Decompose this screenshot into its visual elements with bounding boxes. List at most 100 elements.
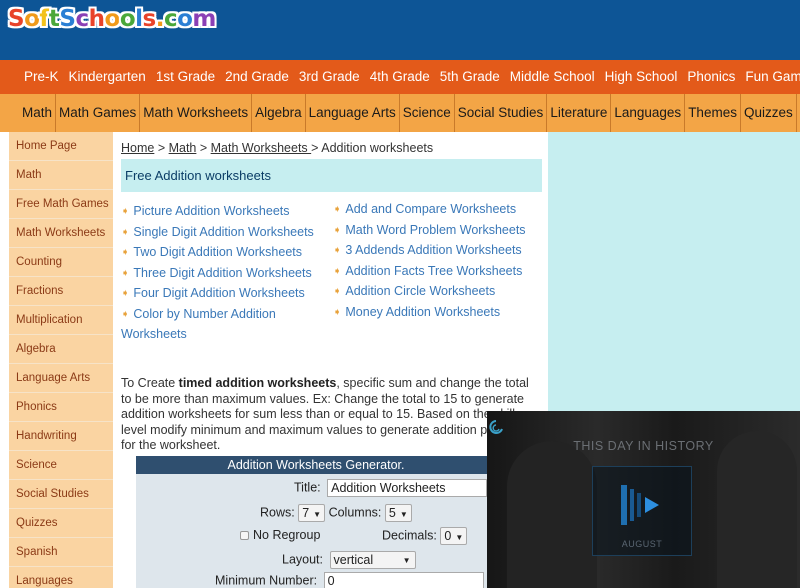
rows-label: Rows: — [260, 505, 295, 520]
sidebar-item-math[interactable]: Math — [9, 161, 113, 190]
worksheet-link[interactable]: Picture Addition Worksheets — [133, 204, 289, 218]
sidebar: Home Page Math Free Math Games Math Workshe… — [9, 132, 113, 588]
sidebar-item-phonics[interactable]: Phonics — [9, 393, 113, 422]
generator-title: Addition Worksheets Generator. — [136, 456, 496, 474]
primary-nav-high-school[interactable]: High School — [600, 60, 683, 94]
secondary-nav-math-worksheets[interactable]: Math Worksheets — [139, 94, 251, 132]
title-row: Title: Addition Worksheets — [294, 479, 488, 497]
rows-value: 7 — [302, 506, 310, 520]
layout-select[interactable]: vertical ▼ — [329, 551, 416, 569]
breadcrumb-math-worksheets[interactable]: Math Worksheets — [211, 141, 312, 155]
secondary-nav-timel[interactable]: Timel — [795, 94, 800, 132]
no-regroup-checkbox[interactable] — [240, 531, 249, 541]
sidebar-item-home-page[interactable]: Home Page — [9, 132, 113, 161]
decimals-select[interactable]: 0 ▼ — [440, 527, 468, 545]
sidebar-item-social-studies[interactable]: Social Studies — [9, 480, 113, 509]
primary-nav: Pre-K Kindergarten 1st Grade 2nd Grade 3rd G… — [0, 60, 800, 94]
sidebar-item-algebra[interactable]: Algebra — [9, 335, 113, 364]
worksheet-link-item: ➧ 3 Addends Addition Worksheets — [333, 241, 543, 262]
primary-nav-2nd-grade[interactable]: 2nd Grade — [220, 60, 294, 94]
columns-label: Columns: — [328, 505, 382, 520]
sidebar-item-language-arts[interactable]: Language Arts — [9, 364, 113, 393]
chevron-down-icon: ▼ — [455, 533, 464, 542]
chevron-down-icon: ▼ — [402, 556, 411, 565]
secondary-nav: Math Math Games Math Worksheets Algebra Lang… — [0, 94, 800, 132]
intro-paragraph: To Create timed addition worksheets, spe… — [121, 376, 541, 454]
sidebar-item-multiplication[interactable]: Multiplication — [9, 306, 113, 335]
secondary-nav-math-games[interactable]: Math Games — [55, 94, 139, 132]
worksheet-link-item: ➧ Four Digit Addition Worksheets — [121, 284, 326, 305]
secondary-nav-algebra[interactable]: Algebra — [251, 94, 305, 132]
breadcrumb-home[interactable]: Home — [121, 141, 154, 155]
min-number-label: Minimum Number: — [215, 573, 318, 588]
secondary-nav-languages[interactable]: Languages — [610, 94, 684, 132]
sidebar-item-math-worksheets[interactable]: Math Worksheets — [9, 219, 113, 248]
secondary-nav-language-arts[interactable]: Language Arts — [304, 94, 399, 132]
worksheet-link-item: ➧ Single Digit Addition Worksheets — [121, 223, 326, 244]
primary-nav-fun-gam[interactable]: Fun Gam — [740, 60, 800, 94]
primary-nav-1st-grade[interactable]: 1st Grade — [151, 60, 220, 94]
worksheet-link[interactable]: 3 Addends Addition Worksheets — [345, 243, 521, 257]
worksheet-link[interactable]: Money Addition Worksheets — [345, 305, 500, 319]
primary-nav-5th-grade[interactable]: 5th Grade — [435, 60, 505, 94]
secondary-nav-quizzes[interactable]: Quizzes — [739, 94, 796, 132]
secondary-nav-themes[interactable]: Themes — [684, 94, 740, 132]
breadcrumb-math[interactable]: Math — [169, 141, 197, 155]
video-title: THIS DAY IN HISTORY — [573, 439, 714, 453]
secondary-nav-science[interactable]: Science — [398, 94, 454, 132]
arrow-right-icon: ➧ — [121, 308, 130, 320]
video-player[interactable]: THIS DAY IN HISTORY AUGUST — [487, 411, 800, 588]
primary-nav-kindergarten[interactable]: Kindergarten — [64, 60, 151, 94]
min-number-input[interactable]: 0 — [323, 572, 484, 588]
arrow-right-icon: ➧ — [121, 206, 130, 217]
primary-nav-phonics[interactable]: Phonics — [682, 60, 740, 94]
worksheet-link[interactable]: Single Digit Addition Worksheets — [133, 225, 313, 239]
breadcrumb-separator: > — [196, 141, 211, 155]
arrow-right-icon: ➧ — [333, 265, 342, 277]
site-logo[interactable]: SoftSchools.com — [8, 6, 216, 32]
no-regroup-row: No Regroup — [240, 528, 320, 542]
sidebar-item-free-math-games[interactable]: Free Math Games — [9, 190, 113, 219]
worksheet-link-item: ➧ Addition Circle Worksheets — [333, 282, 543, 303]
min-number-row: Minimum Number: 0 — [215, 572, 484, 588]
worksheet-link-item: ➧ Color by Number Addition Worksheets — [121, 305, 326, 345]
primary-nav-pre-k[interactable]: Pre-K — [0, 60, 64, 94]
sidebar-item-science[interactable]: Science — [9, 451, 113, 480]
columns-select[interactable]: 5 ▼ — [384, 504, 412, 522]
secondary-nav-math[interactable]: Math — [0, 94, 55, 132]
secondary-nav-social-studies[interactable]: Social Studies — [453, 94, 547, 132]
main-content: Home > Math > Math Worksheets > Addition… — [115, 132, 548, 588]
arrow-right-icon: ➧ — [333, 306, 342, 318]
sidebar-item-spanish[interactable]: Spanish — [9, 538, 113, 567]
channel-logo-icon — [489, 420, 503, 434]
sidebar-item-quizzes[interactable]: Quizzes — [9, 509, 113, 538]
worksheet-link[interactable]: Addition Facts Tree Worksheets — [345, 264, 522, 278]
worksheet-link[interactable]: Three Digit Addition Worksheets — [133, 266, 311, 280]
no-regroup-label: No Regroup — [253, 528, 321, 542]
sidebar-item-languages[interactable]: Languages — [9, 567, 113, 588]
worksheet-link-item: ➧ Two Digit Addition Worksheets — [121, 243, 326, 264]
worksheet-generator: Addition Worksheets Generator. Title: Ad… — [136, 456, 496, 588]
primary-nav-middle-school[interactable]: Middle School — [505, 60, 600, 94]
worksheet-link[interactable]: Math Word Problem Worksheets — [345, 223, 525, 237]
worksheet-link[interactable]: Color by Number Addition Worksheets — [121, 307, 276, 342]
title-input[interactable]: Addition Worksheets — [327, 479, 488, 497]
secondary-nav-literature[interactable]: Literature — [546, 94, 610, 132]
video-figure — [507, 441, 597, 588]
video-thumbnail[interactable]: AUGUST — [592, 466, 692, 556]
worksheet-link[interactable]: Add and Compare Worksheets — [345, 202, 516, 216]
sidebar-item-handwriting[interactable]: Handwriting — [9, 422, 113, 451]
worksheet-link-item: ➧ Add and Compare Worksheets — [333, 200, 543, 221]
worksheet-link[interactable]: Addition Circle Worksheets — [345, 284, 495, 298]
worksheet-link[interactable]: Four Digit Addition Worksheets — [133, 286, 304, 300]
primary-nav-3rd-grade[interactable]: 3rd Grade — [294, 60, 365, 94]
play-icon[interactable] — [619, 481, 669, 531]
sidebar-item-counting[interactable]: Counting — [9, 248, 113, 277]
rows-columns-row: Rows: 7 ▼ Columns: 5 ▼ — [260, 504, 412, 522]
worksheet-link[interactable]: Two Digit Addition Worksheets — [133, 245, 302, 259]
logo-text[interactable]: SoftSchools.com — [8, 6, 216, 32]
sidebar-item-fractions[interactable]: Fractions — [9, 277, 113, 306]
rows-select[interactable]: 7 ▼ — [298, 504, 326, 522]
primary-nav-4th-grade[interactable]: 4th Grade — [365, 60, 435, 94]
worksheet-links-right: ➧ Add and Compare Worksheets ➧ Math Word Pr… — [333, 200, 543, 323]
